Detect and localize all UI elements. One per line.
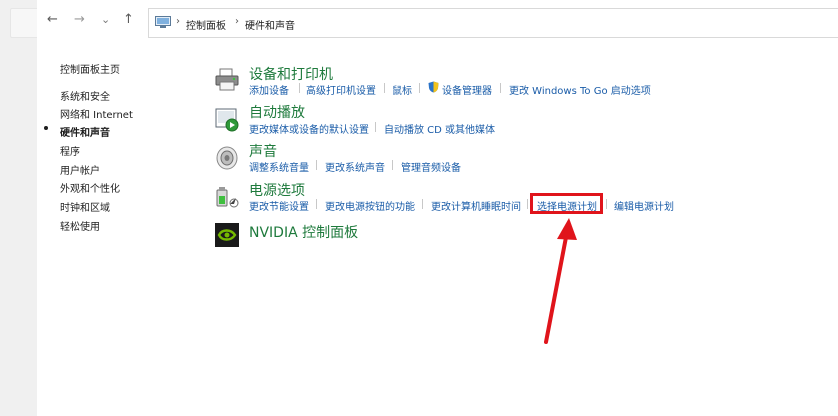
sidebar-item-network[interactable]: 网络和 Internet — [60, 106, 133, 121]
printer-icon[interactable] — [214, 67, 240, 93]
active-item-bullet — [44, 126, 48, 130]
change-default-media-settings-link[interactable]: 更改媒体或设备的默认设置 — [249, 121, 369, 136]
breadcrumb-hardware-and-sound[interactable]: 硬件和声音 — [245, 17, 295, 32]
device-manager-link[interactable]: 设备管理器 — [442, 82, 492, 97]
link-separator — [606, 199, 607, 209]
sound-title[interactable]: 声音 — [249, 141, 277, 161]
link-separator — [500, 83, 501, 93]
change-sleep-time-link[interactable]: 更改计算机睡眠时间 — [431, 198, 521, 213]
add-device-link[interactable]: 添加设备 — [249, 82, 289, 97]
manage-audio-devices-link[interactable]: 管理音频设备 — [401, 159, 461, 174]
change-power-button-link[interactable]: 更改电源按钮的功能 — [325, 198, 415, 213]
sidebar-item-ease-of-access[interactable]: 轻松使用 — [60, 218, 100, 233]
link-separator — [422, 199, 423, 209]
sidebar-item-control-panel-home[interactable]: 控制面板主页 — [60, 61, 120, 76]
autoplay-cd-link[interactable]: 自动播放 CD 或其他媒体 — [384, 121, 495, 136]
annotation-highlight-box — [530, 193, 603, 214]
power-options-icon[interactable] — [214, 184, 240, 210]
shield-icon — [428, 81, 439, 93]
windows-to-go-link[interactable]: 更改 Windows To Go 启动选项 — [509, 82, 651, 97]
link-separator — [316, 160, 317, 170]
change-system-sounds-link[interactable]: 更改系统声音 — [325, 159, 385, 174]
breadcrumb-separator: › — [176, 16, 180, 27]
edit-power-plan-link[interactable]: 编辑电源计划 — [614, 198, 674, 213]
nvidia-control-panel-title[interactable]: NVIDIA 控制面板 — [249, 222, 358, 242]
advanced-printer-setup-link[interactable]: 高级打印机设置 — [306, 82, 376, 97]
link-separator — [419, 83, 420, 93]
back-button[interactable]: ← — [47, 13, 58, 27]
annotation-arrow-icon — [544, 218, 577, 344]
change-energy-settings-link[interactable]: 更改节能设置 — [249, 198, 309, 213]
link-separator — [316, 199, 317, 209]
sidebar-item-clock-region[interactable]: 时钟和区域 — [60, 199, 110, 214]
power-options-title[interactable]: 电源选项 — [249, 180, 305, 200]
sidebar-item-system-security[interactable]: 系统和安全 — [60, 88, 110, 103]
link-separator — [392, 160, 393, 170]
link-separator — [527, 199, 528, 209]
autoplay-icon[interactable] — [214, 106, 240, 132]
sidebar-item-programs[interactable]: 程序 — [60, 143, 80, 158]
breadcrumb-control-panel[interactable]: 控制面板 — [186, 17, 226, 32]
address-bar[interactable]: › 控制面板 › 硬件和声音 — [148, 8, 838, 38]
forward-button[interactable]: → — [74, 13, 85, 27]
breadcrumb-separator: › — [235, 16, 239, 27]
recent-locations-button[interactable]: ⌄ — [101, 13, 110, 27]
background-window-strip — [0, 0, 41, 416]
link-separator — [384, 83, 385, 93]
autoplay-title[interactable]: 自动播放 — [249, 102, 305, 122]
adjust-volume-link[interactable]: 调整系统音量 — [249, 159, 309, 174]
devices-printers-title[interactable]: 设备和打印机 — [249, 64, 333, 84]
link-separator — [299, 83, 300, 93]
link-separator — [375, 122, 376, 132]
nvidia-icon[interactable] — [214, 222, 240, 248]
up-button[interactable]: ↑ — [123, 13, 134, 27]
sidebar-item-appearance[interactable]: 外观和个性化 — [60, 180, 120, 195]
control-panel-icon — [155, 16, 171, 28]
sidebar-item-hardware-sound[interactable]: 硬件和声音 — [60, 124, 110, 139]
sidebar-item-user-accounts[interactable]: 用户帐户 — [60, 162, 100, 177]
mouse-link[interactable]: 鼠标 — [392, 82, 412, 97]
speaker-icon[interactable] — [214, 145, 240, 171]
